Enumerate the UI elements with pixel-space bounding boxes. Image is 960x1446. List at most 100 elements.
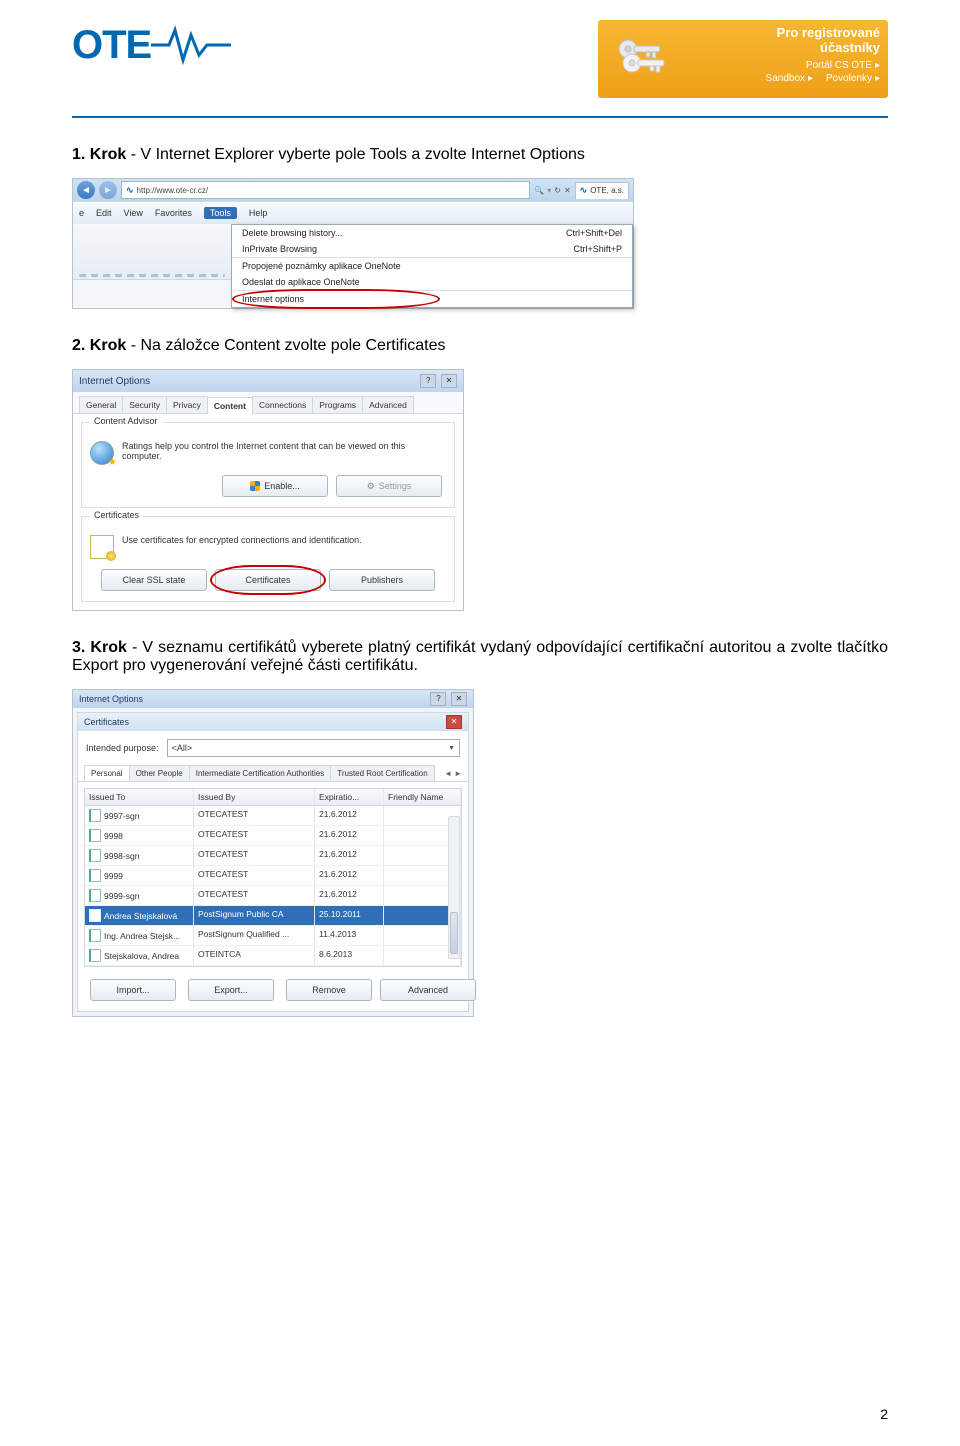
tab-trusted-root[interactable]: Trusted Root Certification (330, 765, 434, 781)
menu-edit[interactable]: Edit (96, 208, 112, 218)
list-scrollbar[interactable] (448, 816, 460, 959)
help-button[interactable]: ? (420, 374, 436, 388)
help-button[interactable]: ? (430, 692, 446, 706)
cert-icon (89, 949, 101, 962)
dd-delete-history[interactable]: Delete browsing history...Ctrl+Shift+Del (232, 225, 632, 241)
chevron-right-icon: ▸ (875, 60, 880, 71)
tab-programs[interactable]: Programs (312, 396, 363, 413)
banner-link-portal[interactable]: Portál CS OTE (806, 60, 872, 71)
tabs-scroll-right[interactable]: ► (454, 769, 462, 778)
chevron-right-icon: ▸ (875, 73, 880, 84)
dd-onenote-linked[interactable]: Propojené poznámky aplikace OneNote (232, 257, 632, 274)
cert-issued-to: Andrea Stejskalová (104, 911, 177, 921)
dd-onenote-send[interactable]: Odeslat do aplikace OneNote (232, 274, 632, 290)
cert-expiration: 21.6.2012 (315, 806, 384, 825)
search-icon[interactable]: 🔍 (534, 186, 544, 195)
figure-certificates-dialog: Internet Options ? ✕ Certificates ✕ Inte… (72, 689, 888, 1017)
url-field[interactable]: ∿ http://www.ote-cr.cz/ (121, 181, 530, 199)
stop-icon[interactable]: ✕ (564, 186, 571, 195)
cert-issued-to: 9998-sgn (104, 851, 139, 861)
tab-personal[interactable]: Personal (84, 765, 130, 781)
close-button[interactable]: ✕ (451, 692, 467, 706)
tab-security[interactable]: Security (122, 396, 167, 413)
clear-ssl-button[interactable]: Clear SSL state (101, 569, 207, 591)
close-button[interactable]: ✕ (441, 374, 457, 388)
cert-issued-to: 9999-sgn (104, 891, 139, 901)
cert-row[interactable]: 9999-sgnOTECATEST21.6.2012 (85, 886, 461, 906)
tab-advanced[interactable]: Advanced (362, 396, 414, 413)
step-2-text: - Na záložce Content zvolte pole Certifi… (126, 337, 445, 354)
page-number: 2 (880, 1406, 888, 1422)
tab-privacy[interactable]: Privacy (166, 396, 208, 413)
cert-issued-by: PostSignum Qualified ... (194, 926, 315, 945)
cert-issued-to: Ing. Andrea Stejsk... (104, 931, 180, 941)
tab-other-people[interactable]: Other People (129, 765, 190, 781)
purpose-select[interactable]: <All> ▼ (167, 739, 460, 757)
menu-favorites[interactable]: Favorites (155, 208, 192, 218)
tab-intermediate-ca[interactable]: Intermediate Certification Authorities (189, 765, 332, 781)
purpose-label: Intended purpose: (86, 743, 159, 753)
options-tabs: General Security Privacy Content Connect… (73, 392, 463, 414)
import-button[interactable]: Import... (90, 979, 176, 1001)
cert-row[interactable]: 9998OTECATEST21.6.2012 (85, 826, 461, 846)
certificates-title: Certificates (90, 510, 143, 520)
tab-connections[interactable]: Connections (252, 396, 313, 413)
cert-issued-by: OTECATEST (194, 866, 315, 885)
menu-help[interactable]: Help (249, 208, 268, 218)
figure-internet-options-dialog: Internet Options ? ✕ General Security Pr… (72, 369, 888, 611)
dd-inprivate[interactable]: InPrivate BrowsingCtrl+Shift+P (232, 241, 632, 257)
cert-icon (89, 909, 101, 922)
content-advisor-text: Ratings help you control the Internet co… (122, 441, 446, 461)
menu-tools[interactable]: Tools (204, 207, 237, 219)
cert-tabs: Personal Other People Intermediate Certi… (78, 761, 468, 782)
url-text: http://www.ote-cr.cz/ (137, 186, 209, 195)
cert-issued-to: 9998 (104, 831, 123, 841)
cert-row[interactable]: 9999OTECATEST21.6.2012 (85, 866, 461, 886)
ie-menubar: e Edit View Favorites Tools Help (73, 201, 633, 224)
browser-tab[interactable]: ∿ OTE, a.s. (575, 182, 629, 199)
col-issued-to[interactable]: Issued To (85, 789, 194, 805)
dialog-title: Internet Options (79, 376, 150, 387)
divider (72, 116, 888, 118)
dd-internet-options[interactable]: Internet options (232, 290, 632, 307)
forward-button[interactable]: ► (99, 181, 117, 199)
menu-view[interactable]: View (124, 208, 143, 218)
refresh-icon[interactable]: ↻ (554, 186, 561, 195)
chevron-down-icon: ▼ (448, 745, 455, 752)
col-issued-by[interactable]: Issued By (194, 789, 315, 805)
dialog-titlebar: Internet Options ? ✕ (73, 370, 463, 392)
ote-logo: OTE (72, 20, 231, 70)
cert-row[interactable]: 9997-sgnOTECATEST21.6.2012 (85, 806, 461, 826)
menu-e[interactable]: e (79, 208, 84, 218)
advanced-button[interactable]: Advanced (380, 979, 476, 1001)
col-friendly-name[interactable]: Friendly Name (384, 789, 461, 805)
tab-general[interactable]: General (79, 396, 123, 413)
cert-row[interactable]: Andrea StejskalováPostSignum Public CA25… (85, 906, 461, 926)
cert-issued-by: OTECATEST (194, 806, 315, 825)
cert-row[interactable]: 9998-sgnOTECATEST21.6.2012 (85, 846, 461, 866)
cert-expiration: 25.10.2011 (315, 906, 384, 925)
col-expiration[interactable]: Expiratio... (315, 789, 384, 805)
close-button[interactable]: ✕ (446, 715, 462, 729)
banner-link-povolenky[interactable]: Povolenky (826, 73, 872, 84)
tab-content[interactable]: Content (207, 397, 253, 414)
remove-button[interactable]: Remove (286, 979, 372, 1001)
back-button[interactable]: ◄ (77, 181, 95, 199)
publishers-button[interactable]: Publishers (329, 569, 435, 591)
cert-expiration: 11.4.2013 (315, 926, 384, 945)
tabs-scroll-left[interactable]: ◄ (444, 769, 452, 778)
enable-button[interactable]: Enable... (222, 475, 328, 497)
scrollbar-thumb[interactable] (450, 912, 458, 954)
certificates-button[interactable]: Certificates (215, 569, 321, 591)
outer-title: Internet Options (79, 694, 143, 704)
member-banner: Pro registrované účastníky Portál CS OTE… (598, 20, 888, 98)
banner-link-sandbox[interactable]: Sandbox (766, 73, 805, 84)
certificates-text: Use certificates for encrypted connectio… (122, 535, 446, 545)
export-button[interactable]: Export... (188, 979, 274, 1001)
cert-row[interactable]: Stejskalova, AndreaOTEINTCA8.6.2013 (85, 946, 461, 966)
certificate-icon (90, 535, 114, 559)
purpose-value: <All> (172, 743, 193, 753)
cert-row[interactable]: Ing. Andrea Stejsk... PostSignum Qualifie… (85, 926, 461, 946)
page-header: OTE Pro regis (72, 20, 888, 98)
keys-icon (598, 20, 682, 98)
